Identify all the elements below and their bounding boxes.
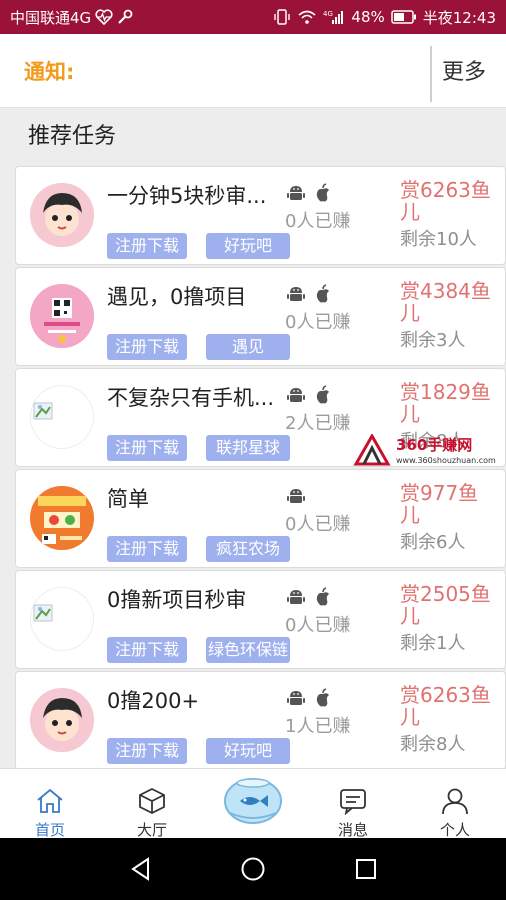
register-download-button[interactable]: 注册下载 [107, 435, 187, 461]
remaining-count: 剩余1人 [400, 633, 466, 654]
task-list: 一分钟5块秒审... 0人已赚 赏6263鱼儿 剩余10人 注册下载 好玩吧 遇… [15, 166, 506, 772]
task-title: 一分钟5块秒审... [107, 184, 267, 208]
battery-percent: 48% [351, 8, 385, 26]
tab-label: 消息 [337, 821, 368, 839]
task-avatar-broken-image [30, 385, 94, 449]
task-card[interactable]: 一分钟5块秒审... 0人已赚 赏6263鱼儿 剩余10人 注册下载 好玩吧 [15, 166, 506, 265]
reward-amount: 赏2505鱼儿 [400, 582, 491, 628]
recents-icon[interactable] [354, 857, 378, 885]
reward-amount: 赏977鱼儿 [400, 481, 479, 527]
notice-divider [430, 46, 432, 102]
android-icon [286, 486, 306, 510]
bottom-tab-bar: 首页 大厅 消息 个人 [0, 768, 506, 840]
watermark-url: www.360shouzhuan.com [396, 456, 496, 465]
remaining-count: 剩余3人 [400, 330, 466, 351]
remaining-count: 剩余6人 [400, 532, 466, 553]
task-title: 不复杂只有手机... [107, 386, 275, 410]
apple-icon [314, 385, 332, 409]
register-download-button[interactable]: 注册下载 [107, 233, 187, 259]
clock-time: 半夜12:43 [422, 8, 496, 27]
register-download-button[interactable]: 注册下载 [107, 536, 187, 562]
signal-icon: 4G [323, 9, 345, 25]
back-icon[interactable] [128, 856, 154, 886]
android-icon [286, 183, 306, 207]
app-tag-button[interactable]: 绿色环保链 [206, 637, 290, 663]
battery-icon [391, 10, 417, 24]
watermark-text: 360手赚网 [396, 436, 473, 454]
signal-4g-label: 4G [323, 10, 333, 18]
task-title: 0撸200+ [107, 689, 200, 713]
task-card[interactable]: 0撸200+ 1人已赚 赏6263鱼儿 剩余8人 注册下载 好玩吧 [15, 671, 506, 770]
task-title: 0撸新项目秒审 [107, 588, 247, 612]
vibrate-icon [273, 9, 291, 25]
watermark: 360手赚网 www.360shouzhuan.com [352, 432, 502, 468]
remaining-count: 剩余10人 [400, 229, 477, 250]
app-tag-button[interactable]: 疯狂农场 [206, 536, 290, 562]
app-tag-button[interactable]: 好玩吧 [206, 738, 290, 764]
task-title: 遇见，0撸项目 [107, 285, 247, 309]
android-icon [286, 587, 306, 611]
remaining-count: 剩余8人 [400, 734, 466, 755]
android-icon [286, 284, 306, 308]
tab-lobby[interactable]: 大厅 [122, 787, 182, 840]
earned-count: 0人已赚 [285, 514, 351, 535]
tab-label: 个人 [439, 821, 470, 839]
register-download-button[interactable]: 注册下载 [107, 637, 187, 663]
earned-count: 0人已赚 [285, 211, 351, 232]
wifi-icon [297, 9, 317, 25]
apple-icon [314, 688, 332, 712]
tab-fishbowl[interactable] [222, 773, 284, 825]
apple-icon [314, 183, 332, 207]
more-button[interactable]: 更多 [442, 54, 486, 86]
apple-icon [314, 587, 332, 611]
reward-amount: 赏6263鱼儿 [400, 178, 491, 224]
reward-amount: 赏1829鱼儿 [400, 380, 491, 426]
tab-messages[interactable]: 消息 [323, 787, 383, 840]
task-avatar [30, 183, 94, 247]
task-avatar [30, 688, 94, 752]
message-icon [340, 789, 366, 816]
app-tag-button[interactable]: 联邦星球 [206, 435, 290, 461]
register-download-button[interactable]: 注册下载 [107, 738, 187, 764]
app-tag-button[interactable]: 好玩吧 [206, 233, 290, 259]
system-nav-bar [0, 838, 506, 900]
reward-amount: 赏6263鱼儿 [400, 683, 491, 729]
notice-label: 通知: [24, 59, 75, 84]
fishbowl-icon [224, 778, 282, 824]
earned-count: 1人已赚 [285, 716, 351, 737]
task-avatar [30, 284, 94, 348]
wrench-icon [117, 9, 133, 25]
watermark-logo-icon [352, 432, 392, 470]
earned-count: 0人已赚 [285, 312, 351, 333]
apple-icon [314, 284, 332, 308]
task-card[interactable]: 简单 0人已赚 赏977鱼儿 剩余6人 注册下载 疯狂农场 [15, 469, 506, 568]
section-title: 推荐任务 [28, 124, 117, 149]
earned-count: 0人已赚 [285, 615, 351, 636]
tab-label: 首页 [34, 821, 65, 839]
android-icon [286, 688, 306, 712]
heart-monitor-icon [95, 9, 113, 25]
tab-home[interactable]: 首页 [20, 787, 80, 840]
carrier-label: 中国联通4G [10, 8, 92, 27]
status-bar: 中国联通4G 4G 48% 半夜12:43 [0, 0, 506, 34]
cube-icon [139, 787, 165, 815]
task-title: 简单 [107, 487, 149, 511]
task-card[interactable]: 0撸新项目秒审 0人已赚 赏2505鱼儿 剩余1人 注册下载 绿色环保链 [15, 570, 506, 669]
earned-count: 2人已赚 [285, 413, 351, 434]
home-icon [37, 788, 63, 813]
reward-amount: 赏4384鱼儿 [400, 279, 491, 325]
app-tag-button[interactable]: 遇见 [206, 334, 290, 360]
register-download-button[interactable]: 注册下载 [107, 334, 187, 360]
notice-bar: 通知: 更多 [0, 34, 506, 108]
android-icon [286, 385, 306, 409]
tab-profile[interactable]: 个人 [425, 787, 485, 840]
task-avatar-broken-image [30, 587, 94, 651]
person-icon [442, 788, 468, 815]
tab-label: 大厅 [136, 821, 167, 839]
task-avatar [30, 486, 94, 550]
home-circle-icon[interactable] [240, 856, 266, 886]
task-card[interactable]: 遇见，0撸项目 0人已赚 赏4384鱼儿 剩余3人 注册下载 遇见 [15, 267, 506, 366]
